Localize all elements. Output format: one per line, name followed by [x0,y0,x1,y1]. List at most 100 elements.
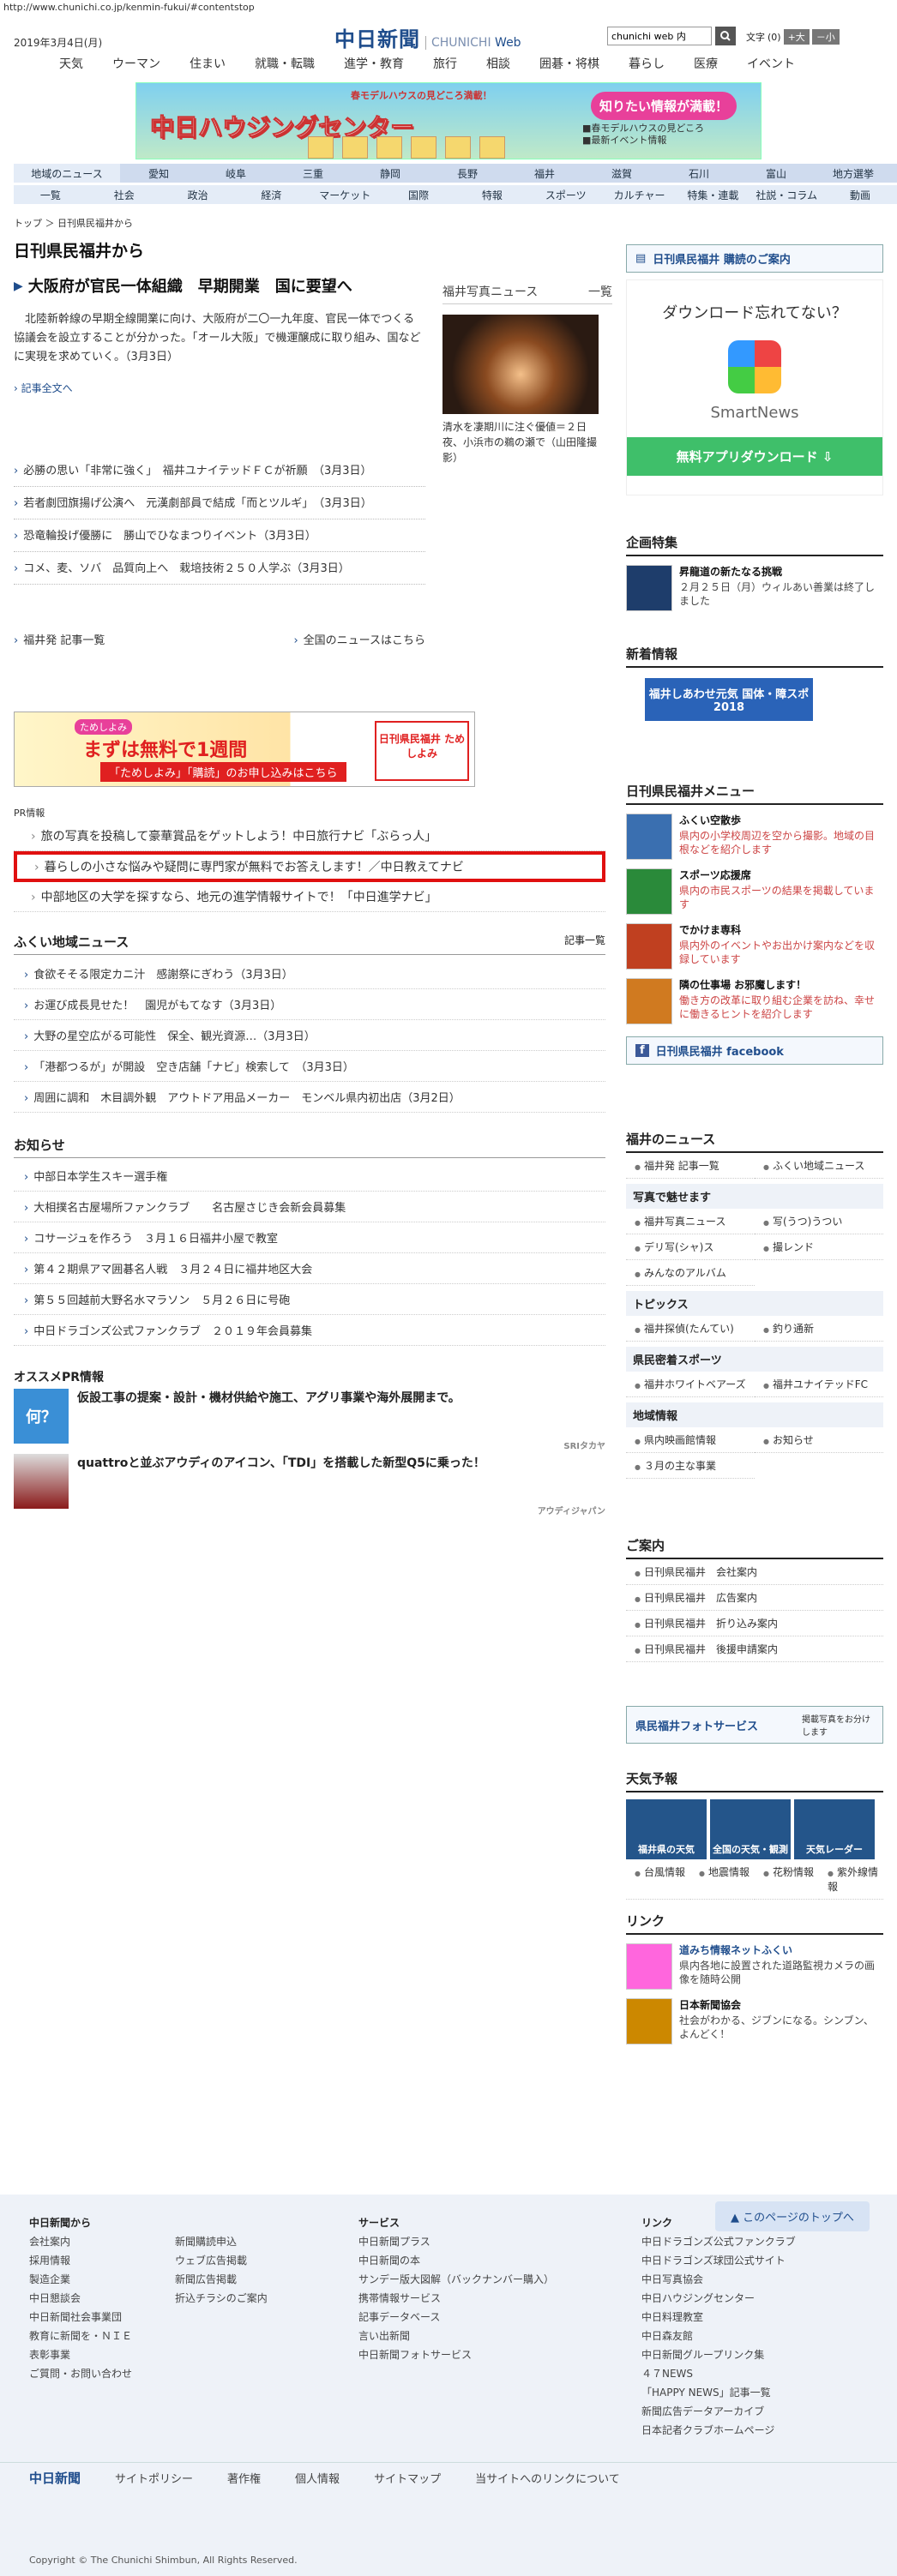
fukui-news-link[interactable]: 福井発 記事一覧 [626,1153,755,1179]
gnav-item[interactable]: 旅行 [418,55,472,72]
page-top-button[interactable]: ▲ このページのトップへ [715,2201,870,2231]
area-tab[interactable]: 富山 [737,164,815,183]
footer-link[interactable]: 中日森友館 [641,2327,796,2345]
facebook-button[interactable]: f 日刊県民福井 facebook [626,1036,883,1065]
menu-item-title[interactable]: ふくい空散歩 [679,814,883,827]
category-tab[interactable]: 特報 [455,185,529,204]
search-input[interactable] [607,27,712,45]
menu-item-title[interactable]: でかけま専科 [679,923,883,937]
area-tab[interactable]: 長野 [429,164,506,183]
font-smaller-button[interactable]: －小 [811,29,840,45]
fukui-news-link[interactable]: 福井ユナイテッドFC [755,1372,883,1397]
news-item[interactable]: 若者劇団旗揚げ公演へ 元漢劇部員で結成「而とツルギ」 （3月3日） [14,487,425,519]
category-tab[interactable]: スポーツ [529,185,603,204]
menu-item-title[interactable]: 隣の仕事場 お邪魔します！ [679,978,883,992]
subscribe-button[interactable]: ▤ 日刊県民福井 購読のご案内 [626,244,883,273]
footer-link[interactable]: 日本記者クラブホームページ [641,2421,796,2440]
gnav-item[interactable]: 医療 [679,55,732,72]
gnav-item[interactable]: 就職・転職 [240,55,329,72]
footer-link[interactable]: 中日ドラゴンズ球団公式サイト [641,2251,796,2270]
category-tab[interactable]: 動画 [823,185,897,204]
footer-link[interactable]: 製造企業 [29,2270,132,2289]
footer-link[interactable]: 「HAPPY NEWS」記事一覧 [641,2383,796,2402]
category-tab[interactable]: マーケット [308,185,382,204]
gnav-item[interactable]: 囲碁・将棋 [525,55,614,72]
national-news-link[interactable]: 全国のニュースはこちら [293,631,425,647]
category-tab[interactable]: 経済 [234,185,308,204]
ad-download-button[interactable]: 無料アプリダウンロード ⇩ [627,437,882,476]
smartnews-ad[interactable]: ダウンロード忘れてない？ SmartNews 無料アプリダウンロード ⇩ [626,279,883,495]
annai-link[interactable]: 日刊県民福井 折り込み案内 [626,1611,883,1636]
footer-link[interactable]: 新聞購読申込 [175,2232,268,2251]
pressnet-link[interactable]: 日本新聞協会 [679,1998,883,2012]
footer-bar-link[interactable]: サイトポリシー [115,2470,193,2486]
area-tab[interactable]: 愛知 [120,164,197,183]
footer-link[interactable]: 中日写真協会 [641,2270,796,2289]
fukui-more-link[interactable]: 記事一覧 [564,933,605,951]
fukui-news-link[interactable]: ３月の主な事業 [626,1453,755,1479]
footer-bar-link[interactable]: 個人情報 [295,2470,340,2486]
footer-link[interactable]: 中日新聞フォトサービス [358,2345,554,2364]
lead-headline[interactable]: 大阪府が官民一体組織 早期開業 国に要望へ [28,276,352,298]
annai-link[interactable]: 日刊県民福井 広告案内 [626,1585,883,1611]
gnav-item[interactable]: ウーマン [98,55,175,72]
fukui-article-list-link[interactable]: 福井発 記事一覧 [14,631,105,647]
footer-link[interactable]: 中日新聞社会事業団 [29,2308,132,2327]
fukui-news-link[interactable]: 福井ホワイトベアーズ [626,1372,755,1397]
fukui-news-link[interactable]: ふくい地域ニュース [755,1153,883,1179]
area-tab[interactable]: 地域のニュース [14,164,120,183]
pressnet-logo[interactable] [626,1998,672,2045]
weather-link[interactable]: 台風情報 [626,1859,690,1900]
fukui-news-link[interactable]: お知らせ [755,1427,883,1453]
fukui-news-item[interactable]: 大野の星空広がる可能性 保全、観光資源…（3月3日） [14,1020,605,1051]
fukui-news-link[interactable]: 撮レンド [755,1234,883,1260]
notice-item[interactable]: 中日ドラゴンズ公式ファンクラブ ２０１９年会員募集 [14,1315,605,1346]
michi-link[interactable]: 道みち情報ネットふくい [679,1943,883,1957]
footer-link[interactable]: 記事データベース [358,2308,554,2327]
footer-link[interactable]: 新聞広告掲載 [175,2270,268,2289]
menu-item[interactable]: でかけま専科 県内外のイベントやお出かけ案内などを収録しています [626,923,883,970]
fukui-news-link[interactable]: 県内映画館情報 [626,1427,755,1453]
menu-item-title[interactable]: スポーツ応援席 [679,868,883,882]
footer-link[interactable]: 中日新聞グループリンク集 [641,2345,796,2364]
area-tab[interactable]: 三重 [274,164,352,183]
fukui-news-link[interactable]: デリ写(シャ)ス [626,1234,755,1260]
site-logo[interactable]: 中日新聞 CHUNICHI Web [334,22,521,52]
photo-image[interactable] [442,315,599,414]
area-tab[interactable]: 石川 [660,164,737,183]
category-tab[interactable]: 政治 [161,185,235,204]
footer-link[interactable]: 携帯情報サービス [358,2289,554,2308]
notice-item[interactable]: コサージュを作ろう ３月１６日福井小屋で教室 [14,1222,605,1253]
weather-tile[interactable]: 全国の天気・観測 [710,1799,791,1859]
area-tab[interactable]: 地方選挙 [815,164,892,183]
menu-item[interactable]: ふくい空散歩 県内の小学校周辺を空から撮影。地域の目根などを紹介します [626,814,883,860]
gnav-item[interactable]: 暮らし [614,55,679,72]
fukui-news-link[interactable]: 福井探偵(たんてい) [626,1316,755,1342]
kokutai-banner[interactable]: 福井しあわせ元気 国体・障スポ 2018 [645,678,813,721]
category-tab[interactable]: 一覧 [14,185,87,204]
read-more-link[interactable]: › 記事全文へ [14,381,425,395]
weather-link[interactable]: 地震情報 [690,1859,755,1900]
annai-link[interactable]: 日刊県民福井 会社案内 [626,1559,883,1585]
fukui-news-link[interactable]: みんなのアルバム [626,1260,755,1286]
footer-link[interactable]: 教育に新聞を・ＮＩＥ [29,2327,132,2345]
menu-item[interactable]: スポーツ応援席 県内の市民スポーツの結果を掲載しています [626,868,883,915]
footer-link[interactable]: 言い出新聞 [358,2327,554,2345]
news-item[interactable]: コメ、麦、ソバ 品質向上へ 栽培技術２５０人学ぶ（3月3日） [14,552,425,585]
area-tab[interactable]: 福井 [506,164,583,183]
pr-item[interactable]: 暮らしの小さな悩みや疑問に専門家が無料でお答えします！／中日教えてナビ [14,851,605,882]
fukui-news-item[interactable]: お運び成長見せた！ 園児がもてなす（3月3日） [14,989,605,1020]
michi-logo[interactable] [626,1943,672,1990]
category-tab[interactable]: 社会 [87,185,161,204]
notice-item[interactable]: 中部日本学生スキー選手権 [14,1161,605,1192]
annai-link[interactable]: 日刊県民福井 後援申請案内 [626,1636,883,1662]
weather-link[interactable]: 花粉情報 [755,1859,819,1900]
footer-link[interactable]: 中日新聞プラス [358,2232,554,2251]
pr-item[interactable]: 旅の写真を投稿して豪華賞品をゲットしよう！中日旅行ナビ「ぶらっ人」 [14,821,605,851]
area-tab[interactable]: 滋賀 [583,164,660,183]
footer-link[interactable]: 表彰事業 [29,2345,132,2364]
footer-link[interactable]: ４７NEWS [641,2364,796,2383]
footer-link[interactable]: 採用情報 [29,2251,132,2270]
fukui-news-link[interactable]: 写(うつ)うつい [755,1209,883,1234]
font-larger-button[interactable]: +大 [783,29,810,45]
